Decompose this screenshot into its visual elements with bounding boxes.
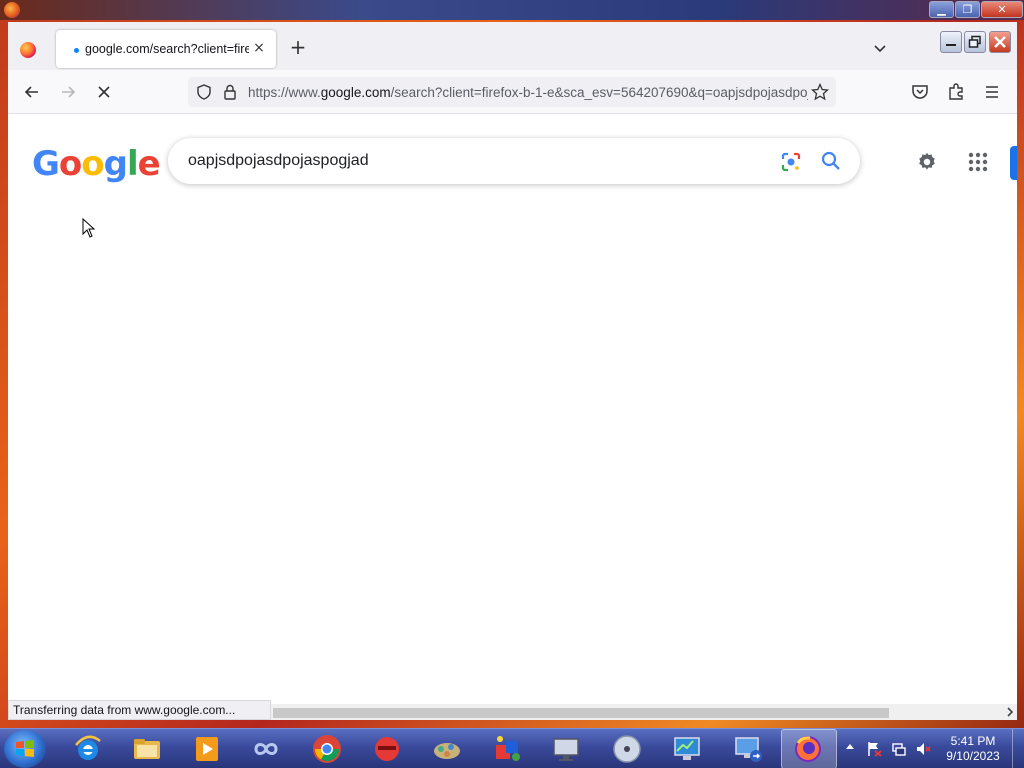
url-domain: google.com: [320, 85, 391, 100]
paint-app-icon[interactable]: [492, 733, 524, 765]
os-maximize-button[interactable]: ❐: [955, 1, 980, 18]
media-player-icon[interactable]: [191, 733, 223, 765]
tab-close-icon[interactable]: ×: [250, 39, 268, 57]
show-hidden-icons-arrow[interactable]: [846, 744, 854, 749]
window-restore-button[interactable]: [964, 31, 986, 53]
firefox-view-icon[interactable]: [20, 42, 36, 58]
extensions-puzzle-icon[interactable]: [946, 82, 966, 102]
url-prefix: https://www.: [248, 85, 321, 100]
clock-date: 9/10/2023: [946, 749, 1000, 763]
internet-explorer-icon[interactable]: [72, 733, 104, 765]
address-bar[interactable]: https://www.google.com/search?client=fir…: [188, 77, 836, 107]
status-bar: Transferring data from www.google.com...: [8, 700, 271, 720]
action-center-flag-icon[interactable]: [866, 741, 882, 757]
remote-desktop-icon[interactable]: [732, 733, 764, 765]
firefox-window-icon: [4, 2, 20, 18]
show-desktop-button[interactable]: [1012, 729, 1024, 768]
red-mask-app-icon[interactable]: [371, 733, 403, 765]
logo-letter: o: [81, 144, 104, 184]
sign-in-button-edge[interactable]: [1010, 146, 1017, 180]
search-box[interactable]: oapjsdpojasdpojaspogjad: [168, 138, 860, 184]
window-minimize-button[interactable]: [940, 31, 962, 53]
monitor-app-icon[interactable]: [550, 733, 582, 765]
network-app-icon[interactable]: [431, 733, 463, 765]
google-apps-grid-icon[interactable]: [968, 152, 988, 172]
list-all-tabs-icon[interactable]: [872, 40, 888, 56]
system-clock[interactable]: 5:41 PM 9/10/2023: [938, 734, 1008, 764]
search-query-text[interactable]: oapjsdpojasdpojaspogjad: [188, 152, 369, 170]
windows-logo-icon: [16, 740, 34, 757]
file-explorer-icon[interactable]: [131, 733, 163, 765]
new-tab-button[interactable]: +: [289, 37, 307, 57]
logo-letter: g: [103, 144, 128, 184]
logo-letter: e: [137, 144, 161, 184]
chrome-icon[interactable]: [311, 733, 343, 765]
scrollbar-thumb[interactable]: [273, 708, 889, 718]
forward-arrow-icon[interactable]: [58, 82, 78, 102]
display-app-icon[interactable]: [671, 733, 703, 765]
browser-window: google.com/search?client=firefox-b-1-e&s…: [8, 22, 1017, 720]
pocket-icon[interactable]: [910, 82, 930, 102]
settings-gear-icon[interactable]: [916, 151, 938, 173]
google-logo[interactable]: Google: [32, 144, 161, 184]
lock-icon[interactable]: [223, 84, 237, 100]
window-close-button[interactable]: [989, 31, 1011, 53]
google-lens-icon[interactable]: [780, 151, 802, 173]
page-content: Google oapjsdpojasdpojaspogjad: [8, 114, 1017, 720]
start-button[interactable]: [4, 730, 46, 768]
logo-letter: o: [58, 144, 82, 184]
hamburger-menu-icon[interactable]: [982, 82, 1002, 102]
back-arrow-icon[interactable]: [22, 82, 42, 102]
logo-letter: G: [32, 144, 60, 184]
tab-google-search[interactable]: google.com/search?client=firefox-b-1-e&s…: [56, 30, 276, 68]
tab-title: google.com/search?client=firefox-b-1-e&s…: [85, 42, 249, 56]
volume-muted-icon[interactable]: [915, 741, 931, 757]
mouse-pointer-icon: [82, 218, 96, 238]
os-close-button[interactable]: ✕: [981, 1, 1023, 18]
clock-time: 5:41 PM: [950, 734, 996, 748]
search-icon[interactable]: [820, 150, 842, 172]
scroll-right-arrow-icon[interactable]: [1005, 707, 1015, 717]
firefox-taskbar-icon[interactable]: [792, 733, 824, 765]
infinity-app-icon[interactable]: [250, 733, 282, 765]
os-minimize-button[interactable]: ▁: [929, 1, 954, 18]
url-path: /search?client=firefox-b-1-e&sca_esv=564…: [390, 85, 808, 100]
stop-loading-icon[interactable]: [94, 82, 114, 102]
tracking-protection-shield-icon[interactable]: [196, 84, 212, 100]
navigation-toolbar: https://www.google.com/search?client=fir…: [8, 70, 1017, 114]
dvd-app-icon[interactable]: [611, 733, 643, 765]
os-title-strip: ▁ ❐ ✕: [0, 0, 1024, 20]
bookmark-star-icon[interactable]: [811, 83, 829, 101]
horizontal-scrollbar[interactable]: [271, 704, 1017, 720]
taskbar: 5:41 PM 9/10/2023: [0, 728, 1024, 768]
loading-dot-icon: [74, 48, 79, 53]
network-tray-icon[interactable]: [891, 741, 907, 757]
tab-bar: google.com/search?client=firefox-b-1-e&s…: [8, 22, 1017, 70]
url-text[interactable]: https://www.google.com/search?client=fir…: [248, 85, 808, 100]
logo-letter: l: [126, 144, 139, 184]
